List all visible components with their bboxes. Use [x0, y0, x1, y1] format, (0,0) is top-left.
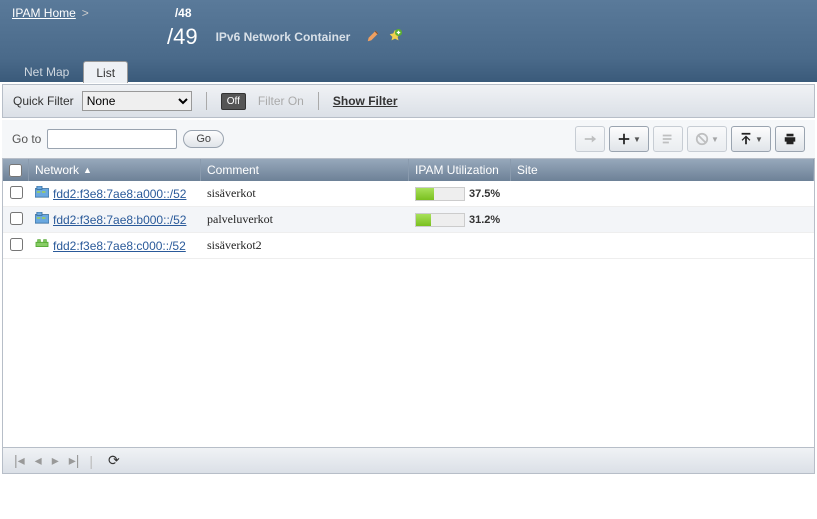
refresh-button[interactable]: ⟳	[108, 452, 120, 469]
divider: |	[86, 453, 96, 469]
comment-cell: palveluverkot	[201, 209, 409, 230]
divider	[318, 92, 319, 110]
comment-cell: sisäverkot2	[201, 235, 409, 256]
column-header-site[interactable]: Site	[511, 159, 814, 181]
breadcrumb: IPAM Home > /48	[12, 6, 805, 20]
action-toolbar: ▼ ▼ ▼	[571, 126, 805, 152]
next-page-button: ▸	[49, 452, 62, 469]
add-button[interactable]: ▼	[609, 126, 649, 152]
breadcrumb-current: /48	[175, 6, 192, 20]
network-link[interactable]: fdd2:f3e8:7ae8:c000::/52	[53, 239, 186, 253]
print-button[interactable]	[775, 126, 805, 152]
show-filter-link[interactable]: Show Filter	[333, 94, 398, 108]
filter-bar: Quick Filter None Off Filter On Show Fil…	[2, 84, 815, 118]
column-header-checkbox[interactable]	[3, 159, 29, 181]
first-page-button: |◂	[11, 452, 28, 469]
goto-input[interactable]	[47, 129, 177, 149]
pagination-bar: |◂ ◂ ▸ ▸| | ⟳	[2, 448, 815, 474]
last-page-button: ▸|	[66, 452, 83, 469]
site-cell	[511, 217, 814, 223]
quick-filter-label: Quick Filter	[13, 94, 74, 108]
utilization-bar	[415, 187, 465, 201]
utilization-value: 37.5%	[469, 188, 500, 200]
page-subtitle: IPv6 Network Container	[216, 30, 351, 44]
edit-icon[interactable]	[366, 29, 380, 46]
site-cell	[511, 191, 814, 197]
table-row[interactable]: fdd2:f3e8:7ae8:a000::/52 sisäverkot 37.5%	[3, 181, 814, 207]
sort-asc-icon: ▲	[83, 165, 92, 175]
network-link[interactable]: fdd2:f3e8:7ae8:a000::/52	[53, 187, 186, 201]
breadcrumb-home-link[interactable]: IPAM Home	[12, 6, 76, 20]
table-row[interactable]: fdd2:f3e8:7ae8:c000::/52 sisäverkot2	[3, 233, 814, 259]
divider	[206, 92, 207, 110]
network-link[interactable]: fdd2:f3e8:7ae8:b000::/52	[53, 213, 186, 227]
row-checkbox[interactable]	[10, 212, 23, 225]
tab-bar: Net Map List	[0, 58, 817, 82]
site-cell	[511, 243, 814, 249]
row-checkbox[interactable]	[10, 186, 23, 199]
quick-filter-select[interactable]: None	[82, 91, 192, 111]
network-container-icon	[35, 212, 49, 227]
edit-button	[653, 126, 683, 152]
network-table: Network▲ Comment IPAM Utilization Site f…	[2, 158, 815, 448]
next-button	[575, 126, 605, 152]
column-header-utilization[interactable]: IPAM Utilization	[409, 159, 511, 181]
column-header-network[interactable]: Network▲	[29, 159, 201, 181]
tab-list[interactable]: List	[83, 61, 128, 83]
export-button[interactable]: ▼	[731, 126, 771, 152]
go-button[interactable]: Go	[183, 130, 224, 148]
add-icon[interactable]	[388, 29, 402, 46]
page-title: /49	[167, 24, 198, 50]
network-container-icon	[35, 186, 49, 201]
utilization-bar	[415, 213, 465, 227]
delete-button: ▼	[687, 126, 727, 152]
network-network-icon	[35, 238, 49, 253]
column-header-comment[interactable]: Comment	[201, 159, 409, 181]
goto-label: Go to	[12, 132, 41, 146]
table-row[interactable]: fdd2:f3e8:7ae8:b000::/52 palveluverkot 31.…	[3, 207, 814, 233]
comment-cell: sisäverkot	[201, 183, 409, 204]
utilization-value: 31.2%	[469, 214, 500, 226]
tab-net-map[interactable]: Net Map	[12, 61, 81, 82]
filter-off-button[interactable]: Off	[221, 93, 246, 110]
breadcrumb-separator: >	[82, 6, 89, 20]
row-checkbox[interactable]	[10, 238, 23, 251]
filter-on-label: Filter On	[258, 94, 304, 108]
prev-page-button: ◂	[32, 452, 45, 469]
